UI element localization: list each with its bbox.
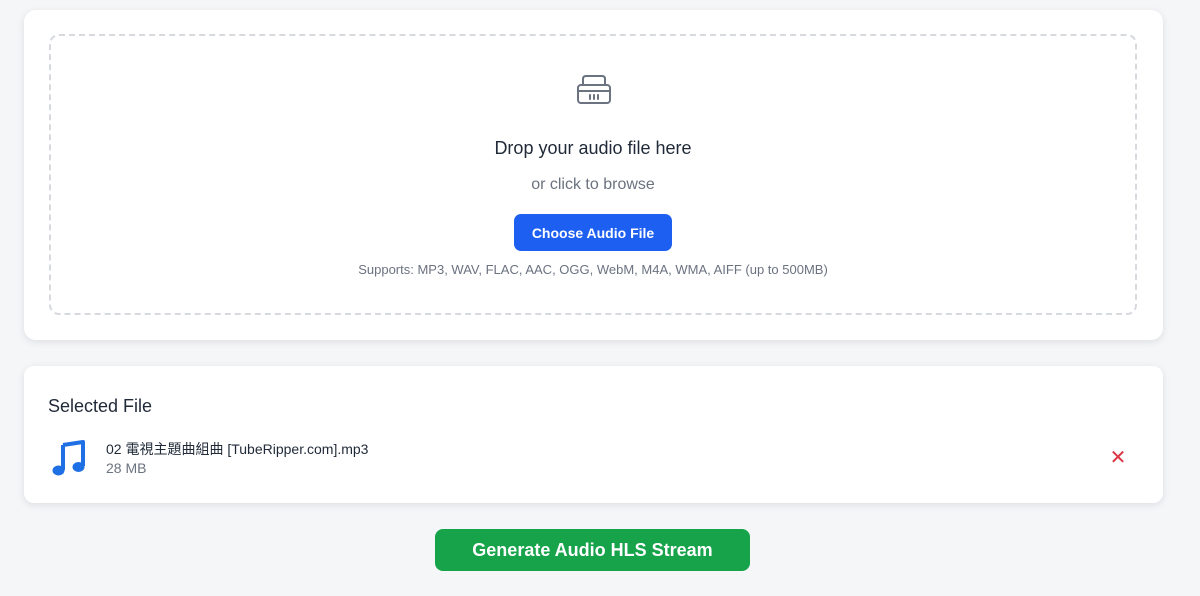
file-size: 28 MB (106, 460, 147, 476)
selected-file-card: Selected File 02 電視主題曲組曲 [TubeRipper.com… (24, 366, 1163, 503)
remove-file-button[interactable]: ✕ (1107, 446, 1129, 468)
selected-file-heading: Selected File (48, 396, 153, 416)
inbox-tray-icon (577, 75, 611, 104)
drop-title: Drop your audio file here (494, 138, 692, 158)
drop-zone[interactable]: Drop your audio file here or click to br… (49, 34, 1137, 315)
music-note-icon (52, 440, 85, 476)
generate-hls-stream-button[interactable]: Generate Audio HLS Stream (435, 529, 750, 571)
supported-formats-text: Supports: MP3, WAV, FLAC, AAC, OGG, WebM… (358, 262, 828, 277)
choose-audio-file-button[interactable]: Choose Audio File (514, 214, 672, 251)
file-name: 02 電視主題曲組曲 [TubeRipper.com].mp3 (106, 441, 369, 457)
drop-subtitle: or click to browse (531, 176, 655, 193)
upload-card: Drop your audio file here or click to br… (24, 10, 1163, 340)
